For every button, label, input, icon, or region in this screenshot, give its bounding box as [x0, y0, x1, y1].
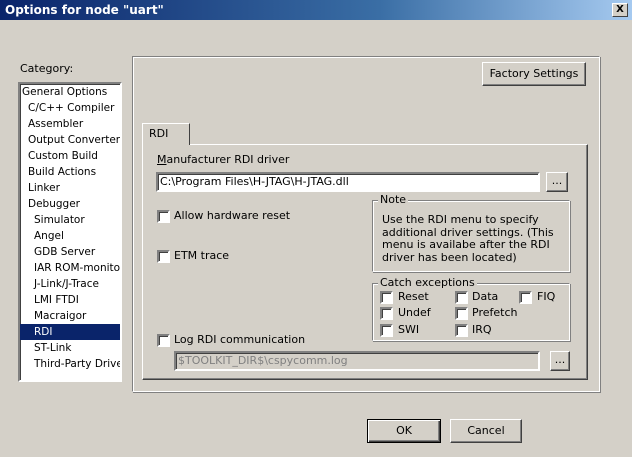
- catch-data-checkbox[interactable]: [455, 291, 468, 304]
- category-debugger[interactable]: Debugger: [20, 196, 120, 212]
- note-line-1: Use the RDI menu to specify: [382, 213, 539, 226]
- category-general-options[interactable]: General Options: [20, 84, 120, 100]
- window-title: Options for node "uart": [5, 3, 164, 17]
- catch-irq-checkbox[interactable]: [455, 324, 468, 337]
- note-line-4: driver has been located): [382, 250, 517, 264]
- catch-fiq-checkbox[interactable]: [519, 291, 532, 304]
- catch-irq-label: IRQ: [472, 323, 492, 336]
- category-jlink-jtrace[interactable]: J-Link/J-Trace: [20, 276, 120, 292]
- catch-reset-checkbox[interactable]: [380, 291, 393, 304]
- catch-swi-label: SWI: [398, 323, 420, 336]
- category-list[interactable]: General Options C/C++ Compiler Assembler…: [18, 82, 122, 382]
- category-simulator[interactable]: Simulator: [20, 212, 120, 228]
- driver-path-input[interactable]: C:\Program Files\H-JTAG\H-JTAG.dll: [156, 172, 540, 192]
- catch-prefetch-label: Prefetch: [472, 306, 518, 319]
- note-line-3: menu is availabe after the RDI: [382, 238, 550, 251]
- catch-fiq-label: FIQ: [537, 290, 556, 303]
- cancel-button[interactable]: Cancel: [450, 419, 522, 443]
- note-text: Use the RDI menu to specify additional d…: [382, 213, 554, 264]
- catch-exceptions-title: Catch exceptions: [378, 276, 477, 289]
- catch-data-label: Data: [472, 290, 499, 303]
- category-linker[interactable]: Linker: [20, 180, 120, 196]
- title-bar: Options for node "uart" X: [0, 0, 632, 20]
- category-custom-build[interactable]: Custom Build: [20, 148, 120, 164]
- log-rdi-checkbox[interactable]: [157, 334, 170, 347]
- category-rdi[interactable]: RDI: [20, 324, 120, 340]
- tab-rdi[interactable]: RDI: [142, 123, 190, 145]
- catch-undef-label: Undef: [398, 306, 431, 319]
- category-third-party-driver[interactable]: Third-Party Driver: [20, 356, 120, 372]
- category-angel[interactable]: Angel: [20, 228, 120, 244]
- category-assembler[interactable]: Assembler: [20, 116, 120, 132]
- allow-reset-checkbox[interactable]: [157, 210, 170, 223]
- catch-prefetch-checkbox[interactable]: [455, 307, 468, 320]
- category-macraigor[interactable]: Macraigor: [20, 308, 120, 324]
- category-gdb-server[interactable]: GDB Server: [20, 244, 120, 260]
- category-iar-rom-monitor[interactable]: IAR ROM-monitor: [20, 260, 120, 276]
- factory-settings-button[interactable]: Factory Settings: [482, 62, 586, 86]
- log-browse-button[interactable]: ...: [550, 351, 570, 371]
- etm-trace-label: ETM trace: [174, 249, 230, 262]
- etm-trace-checkbox[interactable]: [157, 250, 170, 263]
- log-file-input[interactable]: $TOOLKIT_DIR$\cspycomm.log: [174, 351, 540, 371]
- category-label: Category:: [20, 62, 74, 75]
- driver-browse-button[interactable]: ...: [546, 172, 568, 192]
- catch-undef-checkbox[interactable]: [380, 307, 393, 320]
- driver-label-rest: anufacturer RDI driver: [166, 153, 290, 166]
- category-output-converter[interactable]: Output Converter: [20, 132, 120, 148]
- category-st-link[interactable]: ST-Link: [20, 340, 120, 356]
- category-lmi-ftdi[interactable]: LMI FTDI: [20, 292, 120, 308]
- allow-reset-label: Allow hardware reset: [174, 209, 291, 222]
- log-rdi-label: Log RDI communication: [174, 333, 306, 346]
- category-build-actions[interactable]: Build Actions: [20, 164, 120, 180]
- note-title: Note: [378, 193, 409, 206]
- close-button[interactable]: X: [612, 3, 628, 17]
- catch-reset-label: Reset: [398, 290, 429, 303]
- driver-label: Manufacturer RDI driver: [157, 153, 290, 166]
- ok-button[interactable]: OK: [367, 419, 441, 443]
- catch-swi-checkbox[interactable]: [380, 324, 393, 337]
- category-c-cpp-compiler[interactable]: C/C++ Compiler: [20, 100, 120, 116]
